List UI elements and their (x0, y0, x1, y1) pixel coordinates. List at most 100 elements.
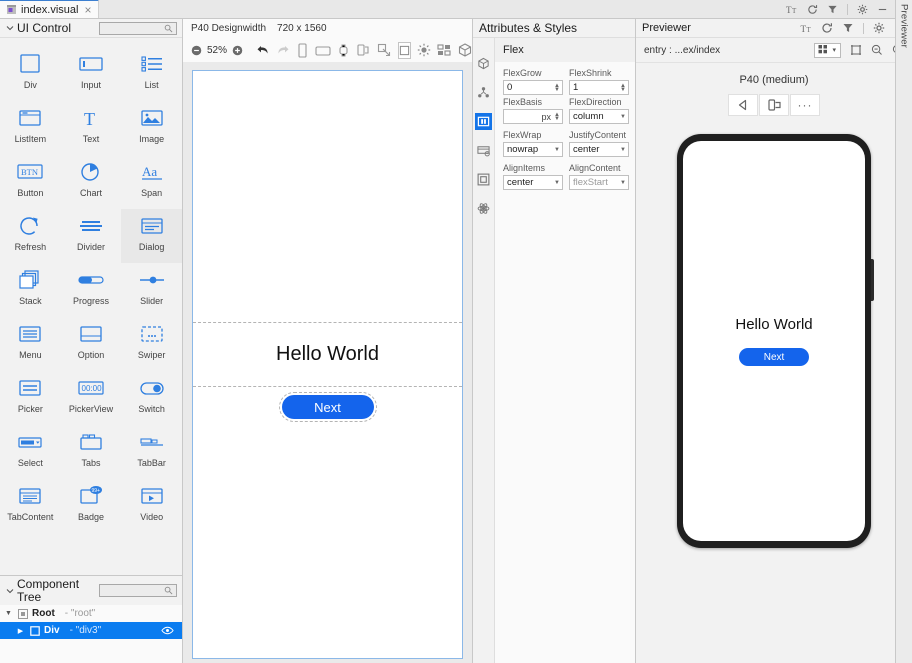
rotate-device-icon[interactable] (759, 94, 789, 116)
aligncontent-select[interactable]: flexStart ▼ (569, 175, 629, 190)
palette-item-pickerview[interactable]: 00:00 PickerView (61, 371, 122, 425)
canvas-next-button[interactable]: Next (278, 392, 377, 422)
palette-item-tabbar[interactable]: TabBar (121, 425, 182, 479)
svg-text:T: T (84, 109, 95, 129)
text-size-icon[interactable]: TT (800, 23, 812, 34)
palette-item-div[interactable]: Div (0, 47, 61, 101)
palette-item-select[interactable]: Select (0, 425, 61, 479)
flexwrap-select[interactable]: nowrap ▼ (503, 142, 563, 157)
frame-icon[interactable] (850, 44, 862, 56)
filter-icon[interactable] (842, 22, 854, 34)
palette-item-switch[interactable]: Switch (121, 371, 182, 425)
spinner-icon[interactable]: ▲ ▼ (619, 83, 626, 93)
chevron-down-icon[interactable]: ▼ (4, 610, 13, 617)
card-icon[interactable] (475, 142, 492, 159)
palette-item-swiper[interactable]: Swiper (121, 317, 182, 371)
foldable-device-icon[interactable] (356, 42, 371, 59)
filter-icon[interactable] (827, 4, 838, 15)
sync-icon[interactable] (807, 4, 818, 15)
palette-item-button[interactable]: BTN Button (0, 155, 61, 209)
tree-search-input[interactable] (99, 584, 177, 597)
palette-item-divider[interactable]: Divider (61, 209, 122, 263)
canvas-device-frame[interactable]: Hello World Next (192, 70, 463, 659)
palette-item-image[interactable]: Image (121, 101, 182, 155)
tablet-device-icon[interactable] (315, 42, 331, 59)
palette-item-badge[interactable]: 99+ Badge (61, 479, 122, 533)
palette-item-slider[interactable]: Slider (121, 263, 182, 317)
flexshrink-input[interactable]: 1 ▲ ▼ (569, 80, 629, 95)
flexgrow-input[interactable]: 0 ▲ ▼ (503, 80, 563, 95)
settings-icon[interactable] (873, 22, 885, 34)
close-icon[interactable]: × (82, 4, 91, 16)
palette-item-refresh[interactable]: Refresh (0, 209, 61, 263)
palette-item-listitem[interactable]: ListItem (0, 101, 61, 155)
3d-icon[interactable] (458, 42, 472, 59)
tree-search-field[interactable] (103, 585, 164, 596)
palette-item-text[interactable]: T Text (61, 101, 122, 155)
tree-row-root[interactable]: ▼ Root - "root" (0, 605, 182, 622)
view-mode-button[interactable]: ▾ (814, 42, 841, 58)
palette-item-picker[interactable]: Picker (0, 371, 61, 425)
search-input[interactable] (99, 21, 177, 35)
flexbasis-input[interactable]: px ▲ ▼ (503, 109, 563, 124)
structure-icon[interactable] (475, 84, 492, 101)
atom-icon[interactable] (475, 200, 492, 217)
zoom-out-button[interactable] (191, 45, 202, 56)
resize-icon[interactable] (377, 42, 392, 59)
alignitems-select[interactable]: center ▼ (503, 175, 563, 190)
3d-box-icon[interactable] (475, 55, 492, 72)
chevron-down-icon[interactable] (5, 586, 14, 595)
minimize-icon[interactable] (877, 4, 888, 15)
file-tab-index-visual[interactable]: index.visual × (0, 0, 99, 18)
zoom-out-icon[interactable] (871, 44, 883, 56)
palette-item-menu[interactable]: Menu (0, 317, 61, 371)
palette-item-list[interactable]: List (121, 47, 182, 101)
visibility-eye-icon[interactable] (161, 626, 174, 635)
chevron-down-icon[interactable]: ▼ (552, 180, 560, 186)
search-field[interactable] (103, 23, 164, 33)
frame-box-icon[interactable] (475, 171, 492, 188)
layout-icon[interactable] (437, 42, 452, 59)
refresh-icon[interactable] (821, 22, 833, 34)
palette-item-video[interactable]: Video (121, 479, 182, 533)
undo-icon[interactable] (256, 42, 270, 59)
divider (847, 4, 848, 15)
preview-next-button[interactable]: Next (739, 348, 809, 366)
previewer-title: Previewer (642, 22, 691, 34)
back-triangle-icon[interactable] (728, 94, 758, 116)
chevron-down-icon[interactable]: ▼ (552, 147, 560, 153)
palette-item-stack[interactable]: Stack (0, 263, 61, 317)
previewer-vertical-tab[interactable]: Previewer (895, 0, 912, 663)
chevron-down-icon[interactable] (5, 24, 14, 33)
canvas-area[interactable]: Hello World Next (183, 62, 472, 663)
palette-item-input[interactable]: Input (61, 47, 122, 101)
palette-item-chart[interactable]: Chart (61, 155, 122, 209)
chevron-down-icon[interactable]: ▼ (618, 114, 626, 120)
spinner-icon[interactable]: ▲ ▼ (553, 112, 560, 122)
palette-item-progress[interactable]: Progress (61, 263, 122, 317)
flexdirection-select[interactable]: column ▼ (569, 109, 629, 124)
watch-device-icon[interactable] (337, 42, 350, 59)
brightness-icon[interactable] (417, 42, 431, 59)
justifycontent-select[interactable]: center ▼ (569, 142, 629, 157)
palette-item-option[interactable]: Option (61, 317, 122, 371)
canvas-hello-text[interactable]: Hello World (193, 343, 462, 366)
palette-item-tabs[interactable]: Tabs (61, 425, 122, 479)
palette-item-dialog[interactable]: Dialog (121, 209, 182, 263)
chevron-down-icon[interactable]: ▼ (618, 147, 626, 153)
more-options-icon[interactable]: ··· (790, 94, 820, 116)
zoom-in-button[interactable] (232, 45, 243, 56)
tree-row-div[interactable]: ▶ Div - "div3" (0, 622, 182, 639)
text-size-icon[interactable]: TT (786, 4, 798, 15)
chevron-down-icon[interactable]: ▼ (618, 180, 626, 186)
palette-item-span[interactable]: Aa Span (121, 155, 182, 209)
settings-icon[interactable] (857, 4, 868, 15)
chevron-down-icon[interactable]: ▾ (830, 46, 838, 54)
frame-icon[interactable] (398, 41, 411, 59)
layout-columns-icon[interactable] (475, 113, 492, 130)
spinner-icon[interactable]: ▲ ▼ (553, 83, 560, 93)
chevron-right-icon[interactable]: ▶ (16, 627, 25, 635)
preview-screen[interactable]: Hello World Next (683, 141, 865, 541)
phone-device-icon[interactable] (296, 42, 309, 59)
palette-item-tabcontent[interactable]: TabContent (0, 479, 61, 533)
